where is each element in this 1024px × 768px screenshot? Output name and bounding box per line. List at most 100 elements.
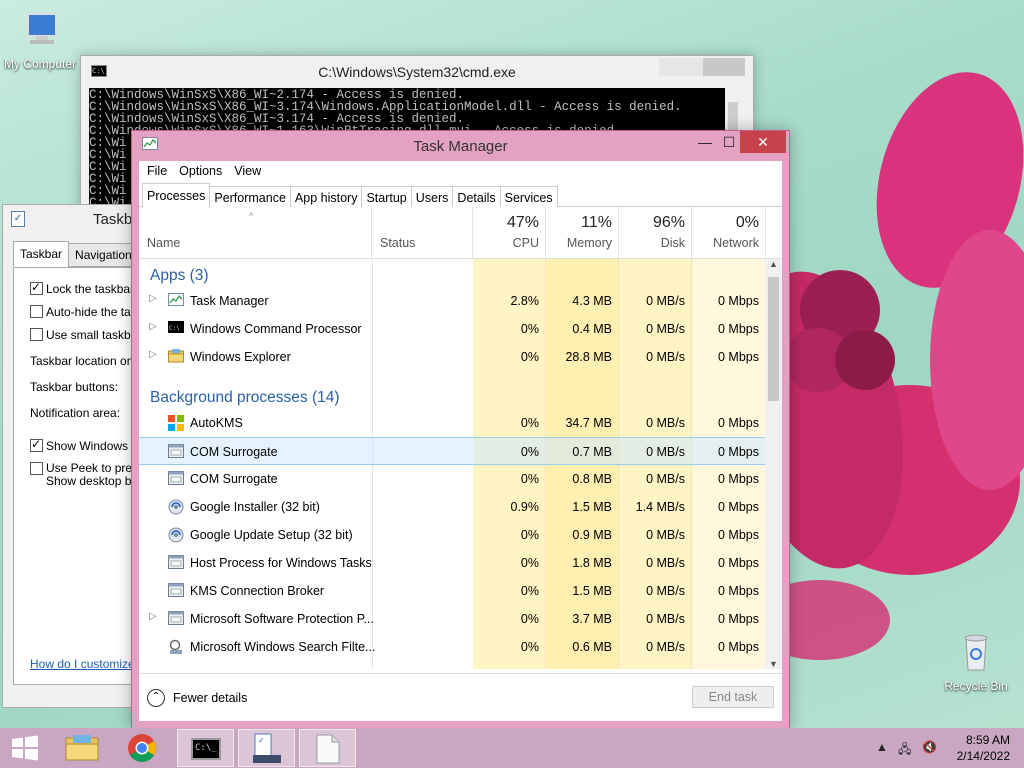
small-buttons-checkbox[interactable] <box>30 328 43 341</box>
tab-taskbar[interactable]: Taskbar <box>13 241 70 267</box>
autohide-checkbox[interactable] <box>30 305 43 318</box>
process-row[interactable]: Google Installer (32 bit) 0.9% 1.5 MB 1.4 M… <box>139 493 766 521</box>
process-list-scrollbar[interactable]: ▲ ▼ <box>765 259 782 669</box>
status-column-header[interactable]: Status <box>372 207 473 259</box>
show-windows-store-option[interactable]: Show Windows St <box>30 437 143 453</box>
process-cpu: 0% <box>520 612 539 626</box>
folder-icon <box>168 349 184 365</box>
taskbar-notepad[interactable] <box>299 729 356 767</box>
tab-details[interactable]: Details <box>452 186 501 207</box>
google-update-icon <box>168 499 184 515</box>
tab-services[interactable]: Services <box>499 186 558 207</box>
network-column-header[interactable]: 0% Network <box>692 207 766 259</box>
expand-chevron-icon[interactable]: ▷ <box>149 349 157 360</box>
process-disk: 0 MB/s <box>646 640 685 654</box>
desktop-icon-label: My Computer <box>3 57 77 71</box>
process-net: 0 Mbps <box>718 445 759 459</box>
task-manager-icon <box>168 293 184 309</box>
name-column-header[interactable]: ^ Name <box>139 207 372 259</box>
peek-option[interactable]: Use Peek to previ Show desktop but <box>30 462 141 488</box>
tab-performance[interactable]: Performance <box>209 186 291 207</box>
lock-taskbar-option[interactable]: Lock the taskbar <box>30 280 134 296</box>
network-column-label: Network <box>713 236 759 250</box>
tab-users[interactable]: Users <box>410 186 454 207</box>
scrollbar-thumb[interactable] <box>768 277 779 401</box>
process-row[interactable]: COM Surrogate 0% 0.7 MB 0 MB/s 0 Mbps <box>139 437 766 465</box>
start-button[interactable] <box>0 729 50 767</box>
end-task-button[interactable]: End task <box>692 686 774 708</box>
tab-navigation[interactable]: Navigation <box>68 243 139 267</box>
menu-options[interactable]: Options <box>173 164 228 183</box>
taskbar-chrome[interactable] <box>114 729 171 767</box>
fewer-details-button[interactable]: ⌃ Fewer details <box>147 689 247 707</box>
process-mem: 34.7 MB <box>565 416 612 430</box>
process-row[interactable]: Host Process for Windows Tasks 0% 1.8 MB 0 … <box>139 549 766 577</box>
customize-taskbar-link[interactable]: How do I customize t <box>30 657 141 671</box>
peek-label-line2: Show desktop but <box>46 474 142 488</box>
process-name: Google Update Setup (32 bit) <box>190 528 353 542</box>
cmd-titlebar[interactable]: C:\ C:\Windows\System32\cmd.exe <box>81 56 753 88</box>
apps-group-header[interactable]: Apps (3) <box>150 267 209 285</box>
clock-date: 2/14/2022 <box>956 749 1010 763</box>
process-row[interactable]: ▷ Windows Explorer 0% 28.8 MB 0 MB/s 0 Mbps <box>139 343 766 371</box>
peek-checkbox[interactable] <box>30 462 43 475</box>
expand-chevron-icon[interactable]: ▷ <box>149 321 157 332</box>
expand-chevron-icon[interactable]: ▷ <box>149 611 157 622</box>
network-icon[interactable]: 🖧 <box>898 740 911 761</box>
taskbar-explorer[interactable] <box>54 729 111 767</box>
process-name: Host Process for Windows Tasks <box>190 556 372 570</box>
process-net: 0 Mbps <box>718 322 759 336</box>
process-cpu: 0% <box>520 584 539 598</box>
task-manager-titlebar[interactable]: Task Manager — ☐ ✕ <box>132 131 789 161</box>
show-hidden-icons-icon[interactable]: ▲ <box>876 740 888 754</box>
task-manager-window[interactable]: Task Manager — ☐ ✕ File Options View Pro… <box>131 130 790 729</box>
expand-chevron-icon[interactable]: ▷ <box>149 293 157 304</box>
windows-logo-icon <box>12 735 38 761</box>
scroll-down-icon: ▼ <box>769 659 778 669</box>
menu-file[interactable]: File <box>141 164 173 183</box>
autohide-option[interactable]: Auto-hide the task <box>30 305 143 319</box>
process-row[interactable]: AutoKMS 0% 34.7 MB 0 MB/s 0 Mbps <box>139 409 766 437</box>
background-group-header[interactable]: Background processes (14) <box>150 389 340 407</box>
process-row[interactable]: ▷ C:\ Windows Command Processor 0% 0.4 MB 0 M… <box>139 315 766 343</box>
disk-column-header[interactable]: 96% Disk <box>619 207 692 259</box>
process-disk: 0 MB/s <box>646 294 685 308</box>
process-disk: 0 MB/s <box>646 350 685 364</box>
close-button[interactable]: ✕ <box>740 131 786 153</box>
maximize-button[interactable]: ☐ <box>716 131 742 153</box>
process-row[interactable]: ▷ Task Manager 2.8% 4.3 MB 0 MB/s 0 Mbps <box>139 287 766 315</box>
volume-muted-icon[interactable]: 🔇 <box>922 740 937 754</box>
process-icon <box>168 583 184 599</box>
desktop-icon-my-computer[interactable]: My Computer <box>0 10 80 71</box>
process-row[interactable]: Google Update Setup (32 bit) 0% 0.9 MB 0 MB… <box>139 521 766 549</box>
minimize-button[interactable]: — <box>692 131 718 153</box>
process-cpu: 0% <box>520 322 539 336</box>
system-clock[interactable]: 8:59 AM 2/14/2022 <box>957 732 1010 764</box>
process-net: 0 Mbps <box>718 472 759 486</box>
tab-processes[interactable]: Processes <box>142 183 211 208</box>
cmd-close-button[interactable] <box>701 58 745 76</box>
lock-taskbar-checkbox[interactable] <box>30 280 43 295</box>
cpu-column-header[interactable]: 47% CPU <box>473 207 546 259</box>
task-manager-title: Task Manager <box>413 138 508 155</box>
small-buttons-option[interactable]: Use small taskbar <box>30 328 141 342</box>
show-windows-store-checkbox[interactable] <box>30 437 43 452</box>
process-cpu: 0.9% <box>510 500 540 514</box>
name-column-label: Name <box>147 236 181 250</box>
process-name: Task Manager <box>190 294 269 308</box>
recycle-bin-icon <box>964 634 988 671</box>
process-row[interactable]: ▷ Microsoft Software Protection P... 0% 3.7… <box>139 605 766 633</box>
taskbar-task-manager[interactable]: ✓ <box>238 729 295 767</box>
menu-view[interactable]: View <box>228 164 267 183</box>
taskbar-properties-window[interactable]: ✓ Taskb Taskbar Navigation Lock the task… <box>2 204 152 708</box>
memory-column-header[interactable]: 11% Memory <box>546 207 619 259</box>
process-cpu: 0% <box>520 556 539 570</box>
taskbar-cmd[interactable]: C:\_ <box>177 729 234 767</box>
cmd-maximize-button[interactable] <box>659 58 703 76</box>
process-row[interactable]: Microsoft Windows Search Filte... 0% 0.6 M… <box>139 633 766 661</box>
desktop-icon-recycle-bin[interactable]: Recycle Bin <box>936 632 1016 693</box>
process-row[interactable]: COM Surrogate 0% 0.8 MB 0 MB/s 0 Mbps <box>139 465 766 493</box>
process-row[interactable]: KMS Connection Broker 0% 1.5 MB 0 MB/s 0 Mbp… <box>139 577 766 605</box>
tab-startup[interactable]: Startup <box>361 186 412 207</box>
tab-app-history[interactable]: App history <box>289 186 363 207</box>
